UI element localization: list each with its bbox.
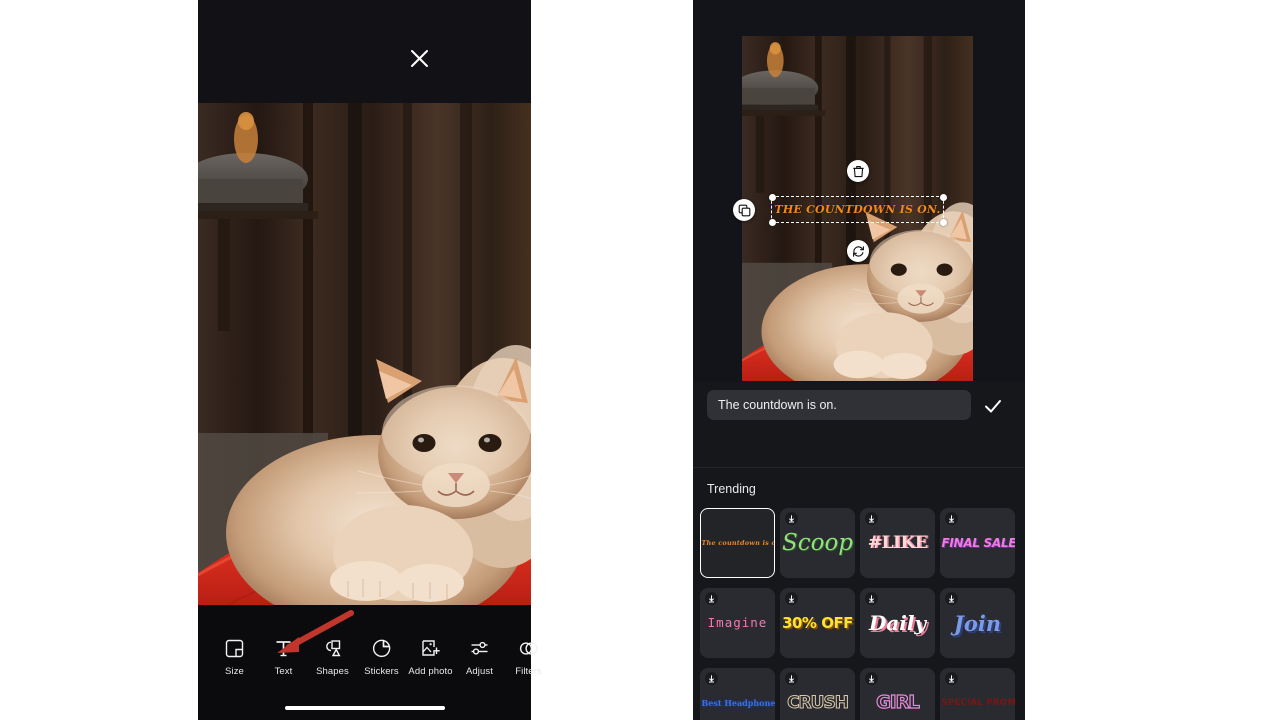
download-icon[interactable]	[785, 592, 798, 605]
tool-add-photo-label: Add photo	[408, 666, 453, 677]
section-title-trending: Trending	[707, 482, 756, 496]
template-card[interactable]: Scoop	[780, 508, 855, 578]
template-card[interactable]: GIRL	[860, 668, 935, 720]
screenshot-stage: Export	[0, 0, 1280, 720]
check-icon	[982, 395, 1004, 417]
text-editor-tabs: Templates Style Fonts Alignment	[693, 436, 1025, 468]
template-card[interactable]: Best Headphone	[700, 668, 775, 720]
delete-text-button[interactable]	[847, 160, 869, 182]
rotate-text-button[interactable]	[847, 240, 869, 262]
shapes-icon	[308, 635, 357, 661]
download-icon[interactable]	[785, 672, 798, 685]
template-card[interactable]: Daily	[860, 588, 935, 658]
download-icon[interactable]	[865, 672, 878, 685]
tool-adjust[interactable]: Adjust	[455, 635, 504, 677]
tool-add-photo[interactable]: Add photo	[406, 635, 455, 677]
template-grid: The countdown is on. Scoop #LIKE FINAL SALE…	[700, 508, 1020, 720]
template-card-label: Best Headphone	[701, 698, 776, 708]
rotate-icon	[852, 245, 865, 258]
template-card-label: Scoop	[781, 529, 854, 556]
template-card-label: Daily	[868, 611, 927, 635]
template-card-label: FINAL SALE	[941, 536, 1016, 550]
template-card-label: The countdown is on.	[701, 538, 775, 547]
tool-text-label: Text	[274, 666, 293, 677]
download-icon[interactable]	[705, 592, 718, 605]
close-icon[interactable]	[409, 48, 430, 69]
tool-stickers[interactable]: Stickers	[357, 635, 406, 677]
text-input[interactable]	[707, 390, 971, 420]
template-card-label: #LIKE	[867, 532, 928, 553]
tool-adjust-label: Adjust	[465, 666, 493, 677]
template-card[interactable]: The countdown is on.	[700, 508, 775, 578]
template-card-label: CRUSH	[787, 692, 850, 713]
size-icon	[210, 635, 259, 661]
adjust-icon	[455, 635, 504, 661]
filters-icon	[504, 635, 553, 661]
confirm-text-button[interactable]	[981, 394, 1005, 418]
template-card[interactable]: 30% OFF	[780, 588, 855, 658]
text-icon	[259, 635, 308, 661]
download-icon[interactable]	[945, 672, 958, 685]
tool-size[interactable]: Size	[210, 635, 259, 677]
template-card-label: Imagine	[707, 614, 768, 630]
resize-handle-top-right[interactable]	[939, 193, 947, 201]
resize-handle-top-left[interactable]	[768, 193, 776, 201]
left-canvas-photo[interactable]	[198, 103, 531, 605]
left-bottom-toolbar: Size Text Shapes Stickers Add photo Adju…	[198, 605, 542, 720]
tool-shapes[interactable]: Shapes	[308, 635, 357, 677]
tool-row: Size Text Shapes Stickers Add photo Adju…	[198, 635, 542, 690]
home-indicator	[284, 706, 445, 710]
template-card-label: Join	[953, 610, 1002, 636]
text-input-row	[693, 382, 1025, 428]
add-photo-icon	[406, 635, 455, 661]
resize-handle-bottom-right[interactable]	[939, 218, 947, 226]
copy-icon	[738, 204, 751, 217]
template-card[interactable]: CRUSH	[780, 668, 855, 720]
resize-handle-bottom-left[interactable]	[768, 218, 776, 226]
download-icon[interactable]	[945, 592, 958, 605]
template-card[interactable]: Join	[940, 588, 1015, 658]
left-top-bar	[198, 0, 531, 103]
template-card[interactable]: FINAL SALE	[940, 508, 1015, 578]
tool-filters[interactable]: Filters	[504, 635, 553, 677]
template-card-label: 30% OFF	[782, 613, 853, 632]
trash-icon	[852, 165, 865, 178]
canvas-text-overlay[interactable]: THE COUNTDOWN IS ON.	[772, 197, 943, 222]
template-card[interactable]: #LIKE	[860, 508, 935, 578]
download-icon[interactable]	[945, 512, 958, 525]
download-icon[interactable]	[705, 672, 718, 685]
tool-shapes-label: Shapes	[316, 666, 349, 677]
stickers-icon	[357, 635, 406, 661]
download-icon[interactable]	[865, 512, 878, 525]
text-selection-box[interactable]: THE COUNTDOWN IS ON.	[768, 193, 947, 226]
template-card-label: SPECIAL PROMO	[941, 697, 1016, 708]
template-card-label: GIRL	[875, 692, 920, 713]
template-card[interactable]: SPECIAL PROMO	[940, 668, 1015, 720]
tool-text[interactable]: Text	[259, 635, 308, 677]
tool-size-label: Size	[225, 666, 244, 677]
tool-stickers-label: Stickers	[364, 666, 399, 677]
tool-filters-label: Filters	[515, 666, 542, 677]
download-icon[interactable]	[785, 512, 798, 525]
duplicate-text-button[interactable]	[733, 199, 755, 221]
template-card[interactable]: Imagine	[700, 588, 775, 658]
download-icon[interactable]	[865, 592, 878, 605]
